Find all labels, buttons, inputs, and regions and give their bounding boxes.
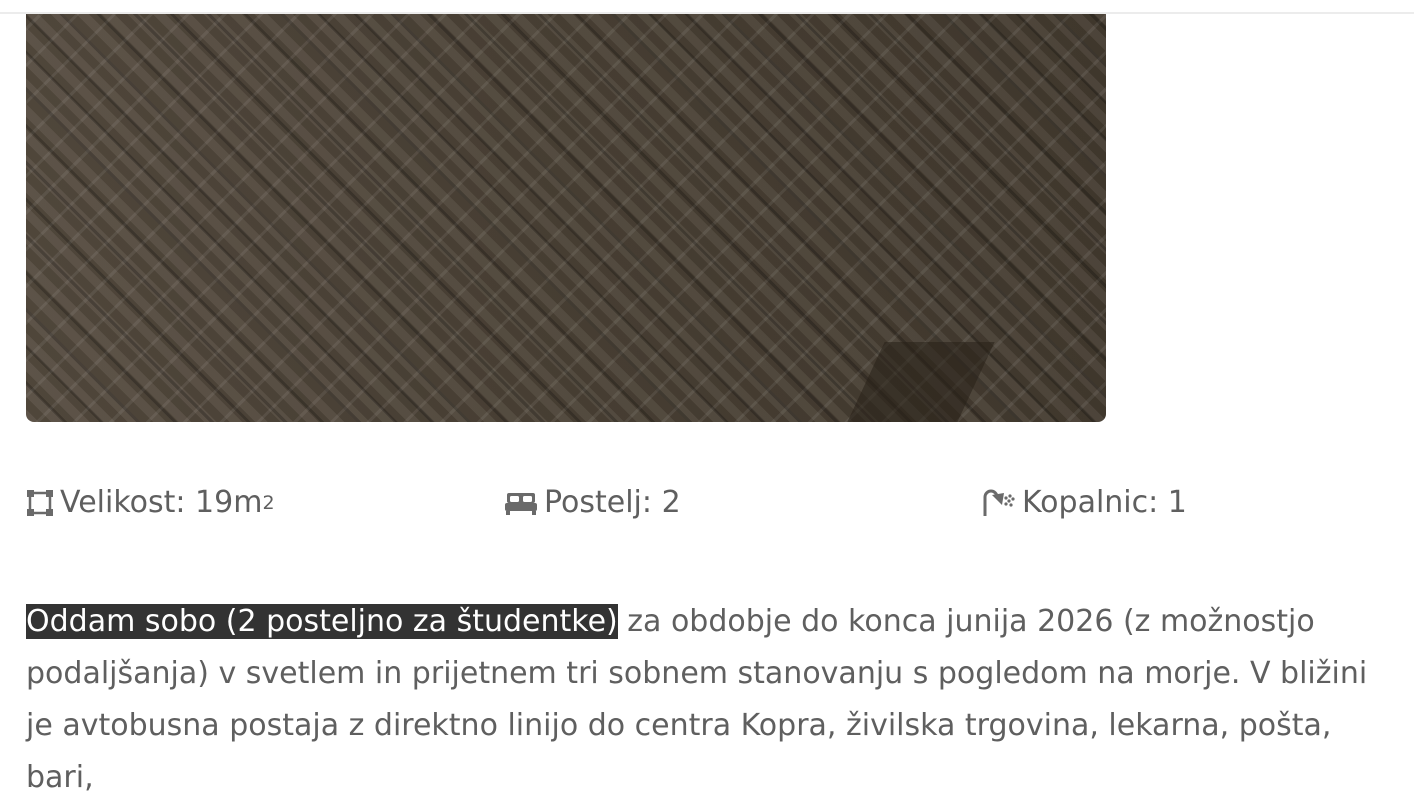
feature-beds: Postelj: 2 (504, 485, 681, 520)
listing-photo[interactable] (26, 14, 1106, 422)
description-highlight: Oddam sobo (2 posteljno za študentke) (26, 604, 618, 639)
feature-size-label: Velikost: (60, 485, 186, 520)
feature-baths-label: Kopalnic: (1022, 485, 1159, 520)
listing-description: Oddam sobo (2 posteljno za študentke) za… (26, 596, 1396, 804)
shower-icon (982, 489, 1016, 517)
listing-features: Velikost: 19m 2 Postelj: 2 Kopalnic: 1 (26, 485, 1326, 531)
feature-size: Velikost: 19m 2 (26, 485, 275, 520)
photo-shadow (847, 342, 995, 422)
feature-size-value: 19m (195, 485, 263, 520)
feature-beds-label: Postelj: (544, 485, 653, 520)
feature-baths-value: 1 (1167, 485, 1187, 520)
area-icon (26, 489, 54, 517)
feature-baths: Kopalnic: 1 (982, 485, 1187, 520)
bed-icon (504, 489, 538, 517)
feature-beds-value: 2 (661, 485, 681, 520)
